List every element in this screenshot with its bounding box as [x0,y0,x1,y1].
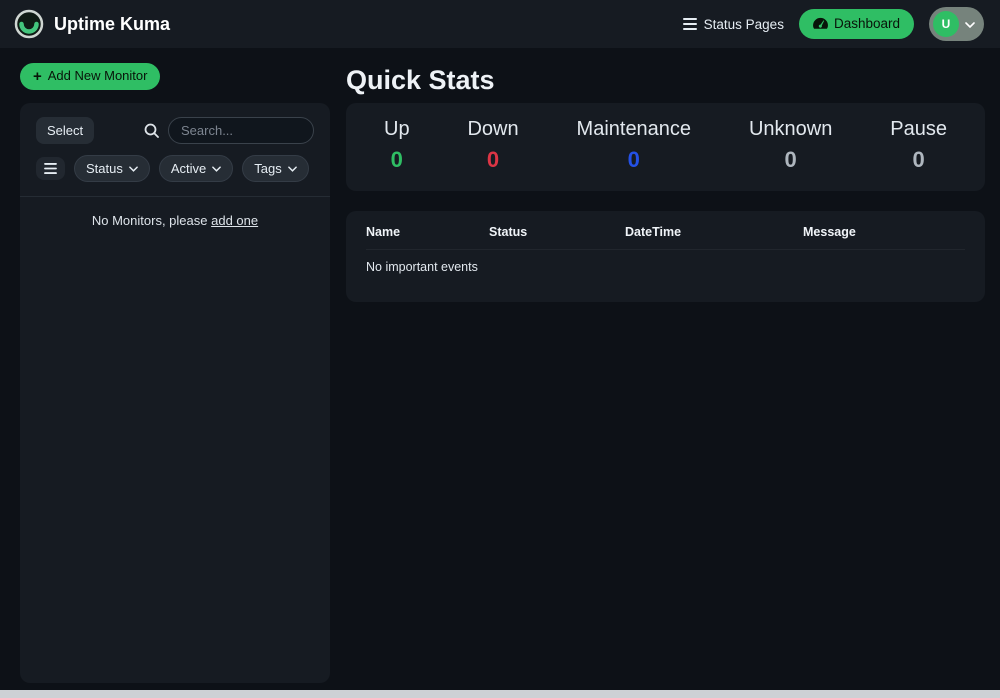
add-monitor-label: Add New Monitor [47,68,148,84]
uptime-kuma-logo-icon [14,9,44,39]
status-pages-link[interactable]: Status Pages [682,16,784,32]
events-header-status: Status [489,225,528,239]
search-icon[interactable] [144,123,159,138]
app-root: Uptime Kuma Status Pages Dashboard U + A… [0,0,1000,698]
stat-pause: Pause 0 [890,117,947,173]
monitor-list-panel: Select Search... Status Active Tags No M… [20,103,330,683]
sidebar: + Add New Monitor Select Search... Statu… [20,63,330,683]
stat-up-label: Up [384,118,410,140]
stat-maintenance-value: 0 [627,147,640,172]
stat-up-value: 0 [390,147,403,172]
header-nav: Status Pages Dashboard U [682,7,984,41]
divider [20,196,330,197]
stat-down-value: 0 [486,147,500,172]
status-filter-dropdown[interactable]: Status [74,155,150,182]
page-bottom-edge [0,690,1000,698]
events-header-datetime: DateTime [625,225,682,239]
select-button[interactable]: Select [36,117,95,144]
active-filter-label: Active [170,161,207,176]
important-events-card: Name Status DateTime Message No importan… [346,211,985,302]
events-header-name: Name [366,225,401,239]
add-one-link[interactable]: add one [211,213,258,228]
no-monitors-label: No Monitors, please [91,213,208,228]
events-header-message: Message [803,225,856,239]
stat-maintenance-label: Maintenance [576,118,692,140]
app-title: Uptime Kuma [54,13,171,34]
no-monitors-text: No Monitors, please add one [36,213,314,228]
header-brand[interactable]: Uptime Kuma [14,9,170,39]
chevron-down-icon [965,21,975,28]
stat-down: Down 0 [467,117,518,173]
status-pages-label: Status Pages [703,16,784,32]
add-monitor-button[interactable]: + Add New Monitor [20,63,161,90]
main-content: Quick Stats Up 0 Down 0 Maintenance 0 Un… [346,63,985,302]
stat-pause-value: 0 [912,147,925,172]
app-header: Uptime Kuma Status Pages Dashboard U [0,0,1000,48]
gauge-icon [813,17,828,30]
stat-pause-label: Pause [890,118,947,140]
avatar: U [933,11,959,37]
chevron-down-icon [212,166,222,172]
page-content: + Add New Monitor Select Search... Statu… [0,48,1000,683]
status-filter-label: Status [86,161,123,176]
tags-filter-label: Tags [254,161,282,176]
user-menu-button[interactable]: U [929,7,984,41]
plus-icon: + [33,68,42,85]
list-icon [682,18,697,30]
stat-up: Up 0 [384,117,410,173]
chevron-down-icon [129,166,138,172]
hamburger-icon [44,163,57,174]
search-input[interactable] [168,117,314,144]
stat-unknown-value: 0 [784,147,797,172]
monitor-filter-row: Status Active Tags [36,155,314,182]
search-area [144,117,314,144]
events-empty-row: No important events [366,260,478,274]
quick-stats-card: Up 0 Down 0 Maintenance 0 Unknown 0 Paus… [346,103,985,191]
stat-unknown: Unknown 0 [749,117,832,173]
stat-unknown-label: Unknown [748,118,833,140]
page-title: Quick Stats [346,65,495,95]
stat-maintenance: Maintenance 0 [577,117,692,173]
tags-filter-dropdown[interactable]: Tags [242,155,309,182]
filter-hamburger-button[interactable] [36,157,65,180]
events-table-header: Name Status DateTime Message [366,225,965,250]
chevron-down-icon [287,166,297,172]
stat-down-label: Down [467,118,519,140]
monitor-list-toolbar: Select [36,117,314,144]
active-filter-dropdown[interactable]: Active [158,155,234,182]
dashboard-button[interactable]: Dashboard [798,9,914,39]
dashboard-label: Dashboard [833,16,900,32]
